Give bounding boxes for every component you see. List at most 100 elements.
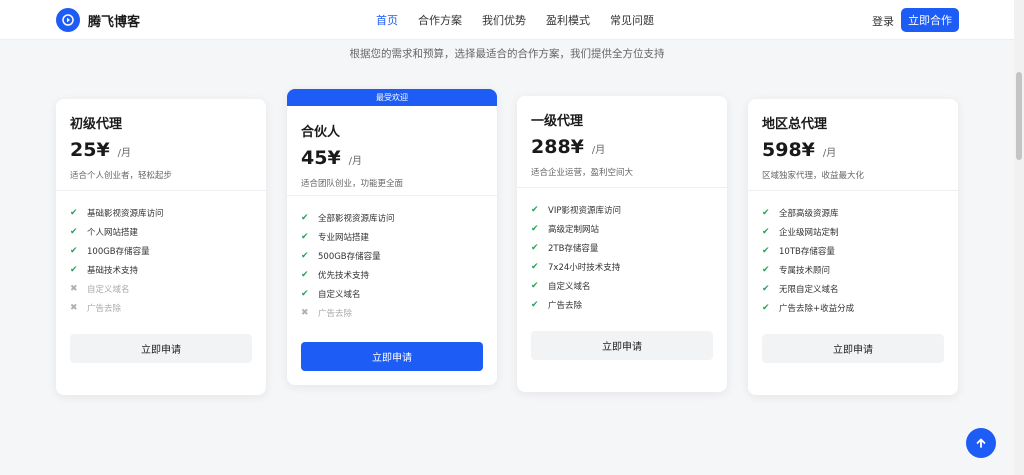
check-icon: ✔ — [301, 250, 309, 261]
apply-button[interactable]: 立即申请 — [301, 342, 483, 371]
feature-item: ✔ 广告去除+收益分成 — [762, 298, 944, 317]
feature-text: 10TB存储容量 — [779, 246, 835, 257]
apply-button[interactable]: 立即申请 — [70, 334, 252, 363]
apply-button[interactable]: 立即申请 — [762, 334, 944, 363]
feature-list: ✔ 全部高级资源库 ✔ 企业级网站定制 ✔ 10TB存储容量 ✔ 专属技术顾问 ✔ 无限自… — [748, 191, 958, 317]
feature-text: 专属技术顾问 — [779, 265, 831, 276]
feature-text: 广告去除 — [318, 308, 353, 319]
price-value: 288¥ — [531, 136, 584, 158]
feature-item: ✔ 无限自定义域名 — [762, 279, 944, 298]
brand-name: 腾飞博客 — [88, 14, 141, 30]
check-icon: ✔ — [531, 280, 539, 291]
feature-text: 100GB存储容量 — [87, 246, 150, 257]
feature-item: ✔ 高级定制网站 — [531, 219, 713, 238]
price-value: 25¥ — [70, 139, 110, 161]
feature-item: ✔ 基础技术支持 — [70, 260, 252, 279]
plan-card-regional: 地区总代理 598¥ /月 区域独家代理，收益最大化 ✔ 全部高级资源库 ✔ 企业级… — [748, 99, 958, 395]
main-nav: 首页 合作方案 我们优势 盈利模式 常见问题 — [376, 12, 674, 28]
feature-item: ✔ 10TB存储容量 — [762, 241, 944, 260]
top-navbar: 腾飞博客 首页 合作方案 我们优势 盈利模式 常见问题 登录 立即合作 — [0, 0, 1014, 40]
feature-text: 优先技术支持 — [318, 270, 370, 281]
plan-name: 初级代理 — [70, 117, 123, 132]
plan-description: 适合企业运营，盈利空间大 — [531, 168, 634, 178]
plan-header: 初级代理 25¥ /月 适合个人创业者，轻松起步 — [56, 99, 266, 191]
plan-header: 合伙人 45¥ /月 适合团队创业，功能更全面 — [287, 106, 497, 196]
back-to-top-button[interactable] — [966, 428, 996, 458]
feature-item: ✔ VIP影视资源库访问 — [531, 200, 713, 219]
feature-text: 自定义域名 — [548, 281, 591, 292]
nav-plans[interactable]: 合作方案 — [418, 12, 462, 28]
feature-text: 自定义域名 — [87, 284, 130, 295]
nav-home[interactable]: 首页 — [376, 12, 398, 28]
check-icon: ✔ — [762, 226, 770, 237]
feature-text: 专业网站搭建 — [318, 232, 370, 243]
feature-item: ✖ 广告去除 — [70, 298, 252, 317]
plan-description: 区域独家代理，收益最大化 — [762, 171, 865, 181]
plan-card-level-one: 一级代理 288¥ /月 适合企业运营，盈利空间大 ✔ VIP影视资源库访问 ✔ 高… — [517, 96, 727, 392]
feature-list: ✔ VIP影视资源库访问 ✔ 高级定制网站 ✔ 2TB存储容量 ✔ 7x24小时技术支持… — [517, 188, 727, 314]
price-unit: /月 — [117, 148, 132, 159]
check-icon: ✔ — [70, 207, 78, 218]
cooperate-now-button[interactable]: 立即合作 — [901, 8, 959, 32]
popular-badge: 最受欢迎 — [287, 89, 497, 106]
feature-text: 全部影视资源库访问 — [318, 213, 395, 224]
feature-item: ✖ 自定义域名 — [70, 279, 252, 298]
feature-item: ✔ 基础影视资源库访问 — [70, 203, 252, 222]
feature-text: 高级定制网站 — [548, 224, 600, 235]
feature-item: ✔ 优先技术支持 — [301, 265, 483, 284]
arrow-up-icon — [975, 434, 987, 453]
check-icon: ✔ — [531, 299, 539, 310]
scrollbar-thumb[interactable] — [1016, 72, 1022, 160]
plan-description: 适合团队创业，功能更全面 — [301, 179, 404, 189]
check-icon: ✔ — [762, 283, 770, 294]
feature-text: 2TB存储容量 — [548, 243, 599, 254]
brand-logo[interactable]: 腾飞博客 — [56, 8, 140, 32]
plan-header: 地区总代理 598¥ /月 区域独家代理，收益最大化 — [748, 99, 958, 191]
feature-item: ✔ 自定义域名 — [531, 276, 713, 295]
feature-item: ✔ 7x24小时技术支持 — [531, 257, 713, 276]
check-icon: ✔ — [762, 264, 770, 275]
price-unit: /月 — [348, 156, 363, 167]
check-icon: ✔ — [301, 269, 309, 280]
feature-text: 广告去除+收益分成 — [779, 303, 855, 314]
feature-list: ✔ 全部影视资源库访问 ✔ 专业网站搭建 ✔ 500GB存储容量 ✔ 优先技术支持 ✔ 自… — [287, 196, 497, 322]
feature-text: 基础影视资源库访问 — [87, 208, 164, 219]
feature-text: 广告去除 — [87, 303, 122, 314]
plan-price: 45¥ /月 — [301, 147, 483, 169]
nav-advantages[interactable]: 我们优势 — [482, 12, 526, 28]
check-icon: ✔ — [531, 223, 539, 234]
plan-header: 一级代理 288¥ /月 适合企业运营，盈利空间大 — [517, 96, 727, 188]
plan-name: 地区总代理 — [762, 117, 828, 132]
login-link[interactable]: 登录 — [872, 13, 894, 29]
page-scrollbar[interactable] — [1014, 0, 1024, 475]
check-icon: ✔ — [531, 261, 539, 272]
play-icon — [56, 8, 80, 32]
cross-icon: ✖ — [70, 302, 78, 313]
nav-faq[interactable]: 常见问题 — [610, 12, 654, 28]
check-icon: ✔ — [531, 242, 539, 253]
check-icon: ✔ — [70, 226, 78, 237]
feature-text: 自定义域名 — [318, 289, 361, 300]
check-icon: ✔ — [301, 212, 309, 223]
feature-text: 无限自定义域名 — [779, 284, 839, 295]
plan-price: 598¥ /月 — [762, 139, 944, 161]
check-icon: ✔ — [762, 245, 770, 256]
nav-profit-model[interactable]: 盈利模式 — [546, 12, 590, 28]
price-value: 598¥ — [762, 139, 815, 161]
feature-text: 企业级网站定制 — [779, 227, 839, 238]
feature-text: 500GB存储容量 — [318, 251, 381, 262]
feature-item: ✔ 100GB存储容量 — [70, 241, 252, 260]
feature-item: ✖ 广告去除 — [301, 303, 483, 322]
feature-item: ✔ 个人网站搭建 — [70, 222, 252, 241]
plan-price: 25¥ /月 — [70, 139, 252, 161]
check-icon: ✔ — [70, 264, 78, 275]
feature-text: 全部高级资源库 — [779, 208, 839, 219]
plan-name: 合伙人 — [301, 125, 341, 140]
price-unit: /月 — [822, 148, 837, 159]
check-icon: ✔ — [70, 245, 78, 256]
feature-text: 7x24小时技术支持 — [548, 262, 621, 273]
feature-item: ✔ 全部影视资源库访问 — [301, 208, 483, 227]
apply-button[interactable]: 立即申请 — [531, 331, 713, 360]
feature-item: ✔ 企业级网站定制 — [762, 222, 944, 241]
plan-description: 适合个人创业者，轻松起步 — [70, 171, 173, 181]
